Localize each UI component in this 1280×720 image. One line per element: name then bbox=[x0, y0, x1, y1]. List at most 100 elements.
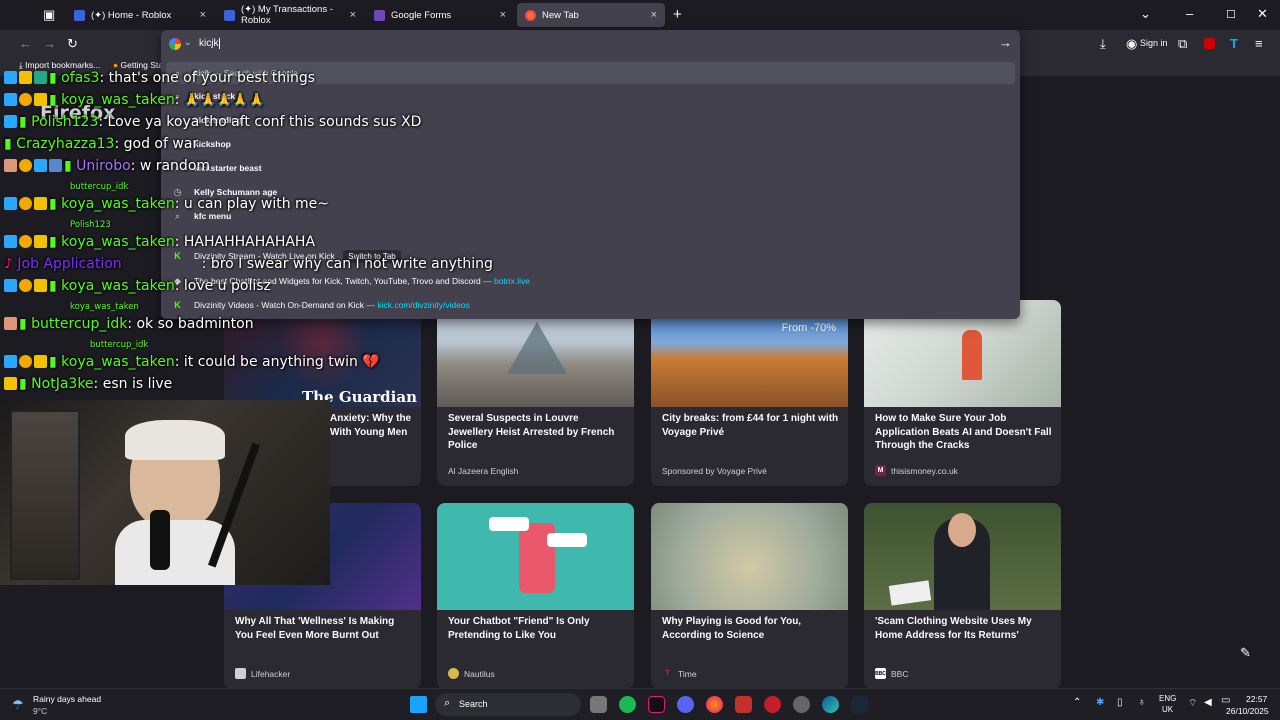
tab-manager-icon[interactable]: ▣ bbox=[43, 7, 55, 23]
sign-in-button[interactable]: Sign in bbox=[1140, 38, 1168, 48]
obs-icon[interactable] bbox=[764, 696, 781, 713]
reload-icon[interactable]: ↻ bbox=[67, 36, 78, 52]
suggestion-item[interactable]: ⌕ kick stock bbox=[161, 85, 1020, 107]
suggestion-item[interactable]: ⌕ kickstarter beast bbox=[161, 157, 1020, 179]
app-icon[interactable] bbox=[735, 696, 752, 713]
forward-icon[interactable]: → bbox=[43, 36, 56, 51]
battery-status-icon[interactable]: ▭ bbox=[1221, 695, 1230, 706]
news-card[interactable]: Why Playing is Good for You, According t… bbox=[651, 503, 848, 689]
menu-icon[interactable]: ≡ bbox=[1255, 36, 1263, 51]
chat-message: ▮ koya_was_taken: 🙏🙏🙏🙏🙏 bbox=[4, 92, 265, 108]
sword-icon bbox=[34, 71, 47, 84]
coin-icon bbox=[19, 355, 32, 368]
urlbar-input[interactable]: ⌄ kicjk → bbox=[161, 30, 1020, 57]
kick-icon: ▮ bbox=[64, 158, 72, 174]
clock-time[interactable]: 22:57 bbox=[1246, 694, 1267, 704]
news-card[interactable]: From -70% City breaks: from £44 for 1 ni… bbox=[651, 300, 848, 486]
card-title: How to Make Sure Your Job Application Be… bbox=[875, 413, 1052, 451]
microphone-icon[interactable]: ♁ bbox=[1138, 697, 1146, 708]
windows-start-icon[interactable] bbox=[410, 696, 427, 713]
edit-pencil-icon[interactable]: ✎ bbox=[1240, 645, 1251, 661]
badge-icon bbox=[4, 197, 17, 210]
weather-icon[interactable]: ☂ bbox=[12, 697, 24, 713]
firefox-icon bbox=[525, 9, 536, 21]
tab-google-forms[interactable]: Google Forms × bbox=[366, 3, 514, 27]
coin-icon bbox=[19, 93, 32, 106]
card-source: Mthisismoney.co.uk bbox=[875, 465, 958, 476]
kick-icon: ▮ bbox=[49, 278, 57, 294]
badge-icon bbox=[4, 71, 17, 84]
kick-icon: K bbox=[174, 300, 181, 310]
badge-icon bbox=[4, 355, 17, 368]
edge-icon[interactable] bbox=[822, 696, 839, 713]
suggestion-item[interactable]: K Divzinity Videos - Watch On-Demand on … bbox=[161, 294, 1020, 316]
card-source: BBC BBC bbox=[875, 668, 909, 679]
news-card[interactable]: How to Make Sure Your Job Application Be… bbox=[864, 300, 1061, 486]
card-title: Why Playing is Good for You, According t… bbox=[662, 616, 802, 641]
weather-title[interactable]: Rainy days ahead bbox=[33, 694, 101, 704]
chevron-up-icon[interactable]: ⌃ bbox=[1073, 697, 1081, 708]
extensions-icon[interactable]: ⧉ bbox=[1178, 36, 1187, 52]
task-view-icon[interactable] bbox=[590, 696, 607, 713]
volume-icon[interactable]: ◀ bbox=[1204, 697, 1212, 708]
go-arrow-icon[interactable]: → bbox=[999, 35, 1012, 50]
bbc-logo: BBC bbox=[875, 668, 886, 679]
urlbar-value: kicjk bbox=[199, 38, 219, 50]
close-icon[interactable]: × bbox=[200, 9, 206, 21]
kick-icon: ▮ bbox=[49, 234, 57, 250]
back-icon[interactable]: ← bbox=[19, 36, 32, 51]
bluetooth-icon[interactable]: ✱ bbox=[1096, 697, 1104, 708]
maximize-icon[interactable]: ☐ bbox=[1226, 8, 1236, 21]
tab-roblox-transactions[interactable]: (✦) My Transactions - Roblox × bbox=[216, 3, 364, 27]
screen: ▣ (✦) Home - Roblox × (✦) My Transaction… bbox=[0, 0, 1280, 720]
wifi-icon[interactable]: ⌔ bbox=[1188, 697, 1197, 710]
google-icon[interactable] bbox=[169, 38, 181, 50]
settings-icon[interactable] bbox=[793, 696, 810, 713]
close-icon[interactable]: × bbox=[651, 9, 657, 21]
reply-ref: buttercup_idk bbox=[70, 182, 129, 192]
nautilus-logo bbox=[448, 668, 459, 679]
new-tab-button[interactable]: + bbox=[673, 6, 682, 23]
bookmark-getting-started[interactable]: ● Getting Sta bbox=[113, 60, 163, 70]
coin-icon bbox=[19, 235, 32, 248]
spotify-icon[interactable] bbox=[619, 696, 636, 713]
badge-icon bbox=[4, 235, 17, 248]
news-card[interactable]: Several Suspects in Louvre Jewellery Hei… bbox=[437, 300, 634, 486]
downloads-icon[interactable]: ⤓ bbox=[1100, 36, 1106, 52]
translate-icon[interactable]: T bbox=[1230, 36, 1238, 51]
news-card[interactable]: 'Scam Clothing Website Uses My Home Addr… bbox=[864, 503, 1061, 689]
crown-icon bbox=[34, 355, 47, 368]
sword-icon bbox=[49, 159, 62, 172]
news-image bbox=[437, 503, 634, 610]
firefox-icon[interactable] bbox=[706, 696, 723, 713]
discord-icon[interactable] bbox=[677, 696, 694, 713]
account-icon[interactable]: ◉ bbox=[1126, 36, 1137, 52]
reply-ref: koya_was_taken bbox=[70, 302, 139, 312]
card-title: City breaks: from £44 for 1 night with V… bbox=[662, 413, 839, 438]
suggestion-item[interactable]: ⌕ kickshop bbox=[161, 133, 1020, 155]
tab-new-tab[interactable]: New Tab × bbox=[517, 3, 665, 27]
news-card[interactable]: Your Chatbot "Friend" Is Only Pretending… bbox=[437, 503, 634, 689]
chat-message: ▮ buttercup_idk: ok so badminton bbox=[4, 316, 254, 332]
kick-icon: ▮ bbox=[49, 354, 57, 370]
close-window-icon[interactable]: ✕ bbox=[1257, 6, 1268, 22]
steam-icon[interactable] bbox=[851, 696, 868, 713]
crown-icon bbox=[34, 279, 47, 292]
list-all-tabs-icon[interactable]: ⌄ bbox=[1140, 6, 1151, 22]
minimize-icon[interactable]: – bbox=[1186, 6, 1193, 21]
kick-icon: ▮ bbox=[49, 92, 57, 108]
close-icon[interactable]: × bbox=[500, 9, 506, 21]
close-icon[interactable]: × bbox=[350, 9, 356, 21]
taskbar-search[interactable]: ⌕ Search bbox=[435, 693, 581, 716]
chat-message: ▮ koya_was_taken: u can play with me~ bbox=[4, 196, 329, 212]
coin-icon bbox=[19, 279, 32, 292]
tiktok-icon[interactable] bbox=[648, 696, 665, 713]
tab-label: Google Forms bbox=[391, 9, 452, 21]
suggestion-item[interactable]: ◆ The best ChatBot and Widgets for Kick,… bbox=[161, 270, 1020, 292]
chat-message: ▮ koya_was_taken: it could be anything t… bbox=[4, 354, 380, 370]
battery-icon[interactable]: ▯ bbox=[1117, 697, 1123, 708]
chevron-down-icon[interactable]: ⌄ bbox=[184, 37, 192, 48]
ublock-icon[interactable] bbox=[1204, 38, 1215, 49]
tab-roblox-home[interactable]: (✦) Home - Roblox × bbox=[66, 3, 214, 27]
language-primary[interactable]: ENG bbox=[1159, 694, 1176, 703]
